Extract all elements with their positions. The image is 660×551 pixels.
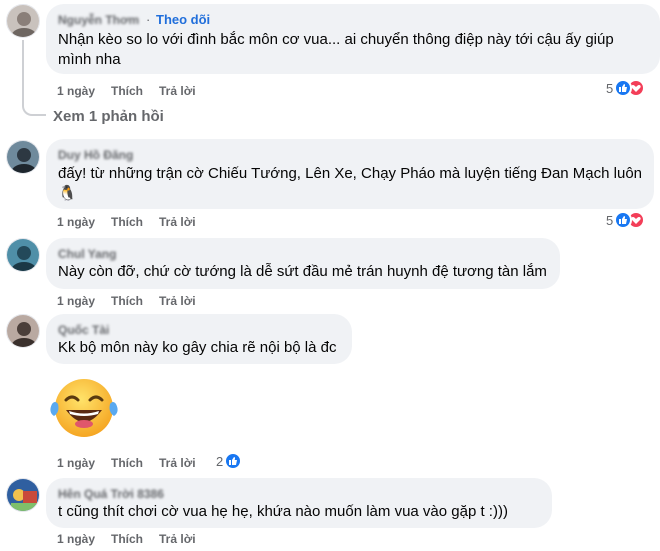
reaction-summary[interactable]: 2: [216, 452, 243, 470]
reply-button[interactable]: Trả lời: [159, 83, 196, 99]
reply-button[interactable]: Trả lời: [159, 455, 196, 471]
comment-actions: 1 ngày Thích Trả lời: [57, 293, 196, 309]
comment-author[interactable]: Chul Yang: [58, 246, 548, 262]
comment-actions: 1 ngày Thích Trả lời: [57, 531, 196, 547]
comment-text: t cũng thít chơi cờ vua hẹ hẹ, khứa nào …: [58, 503, 508, 520]
comment-actions: 1 ngày Thích Trả lời: [57, 83, 196, 99]
reaction-count: 5: [606, 212, 614, 228]
avatar[interactable]: [6, 478, 40, 512]
comment-time[interactable]: 1 ngày: [57, 293, 95, 309]
like-button[interactable]: Thích: [111, 531, 143, 547]
like-button[interactable]: Thích: [111, 293, 143, 309]
like-button[interactable]: Thích: [111, 83, 143, 99]
comment-text: Này còn đỡ, chứ cờ tướng là dễ sứt đầu m…: [58, 263, 547, 280]
reply-button[interactable]: Trả lời: [159, 293, 196, 309]
comment-time[interactable]: 1 ngày: [57, 455, 95, 471]
comment-time[interactable]: 1 ngày: [57, 83, 95, 99]
like-button[interactable]: Thích: [111, 455, 143, 471]
thread-line: [22, 40, 46, 116]
comment-text: Nhận kèo so lo với đình bắc môn cơ vua..…: [58, 31, 614, 68]
avatar[interactable]: [6, 140, 40, 174]
reaction-count: 2: [216, 453, 224, 469]
comment-text: đấy! từ những trận cờ Chiếu Tướng, Lên X…: [58, 165, 643, 202]
dot-separator: ·: [146, 12, 151, 27]
reply-button[interactable]: Trả lời: [159, 214, 196, 230]
reaction-summary[interactable]: 5: [606, 211, 646, 229]
comment-time[interactable]: 1 ngày: [57, 214, 95, 230]
comment-text: Kk bộ môn này ko gây chia rẽ nội bộ là đ…: [58, 339, 337, 356]
like-button[interactable]: Thích: [111, 214, 143, 230]
view-replies-link[interactable]: Xem 1 phản hồi: [53, 108, 164, 126]
reaction-summary[interactable]: 5: [606, 79, 646, 97]
avatar[interactable]: [6, 238, 40, 272]
comment-author[interactable]: Quốc Tài: [58, 322, 340, 338]
comment-actions: 1 ngày Thích Trả lời: [57, 455, 196, 471]
reaction-count: 5: [606, 80, 614, 96]
avatar[interactable]: [6, 4, 40, 38]
reply-button[interactable]: Trả lời: [159, 531, 196, 547]
comment-actions: 1 ngày Thích Trả lời: [57, 214, 196, 230]
comment-author[interactable]: Duy Hồ Đăng: [58, 147, 642, 163]
comment-time[interactable]: 1 ngày: [57, 531, 95, 547]
laughing-emoji-icon: [46, 374, 122, 440]
like-icon: [224, 452, 243, 470]
comment-author[interactable]: Hên Quá Trời 8386: [58, 486, 540, 502]
follow-button[interactable]: Theo dõi: [156, 12, 210, 28]
avatar[interactable]: [6, 314, 40, 348]
